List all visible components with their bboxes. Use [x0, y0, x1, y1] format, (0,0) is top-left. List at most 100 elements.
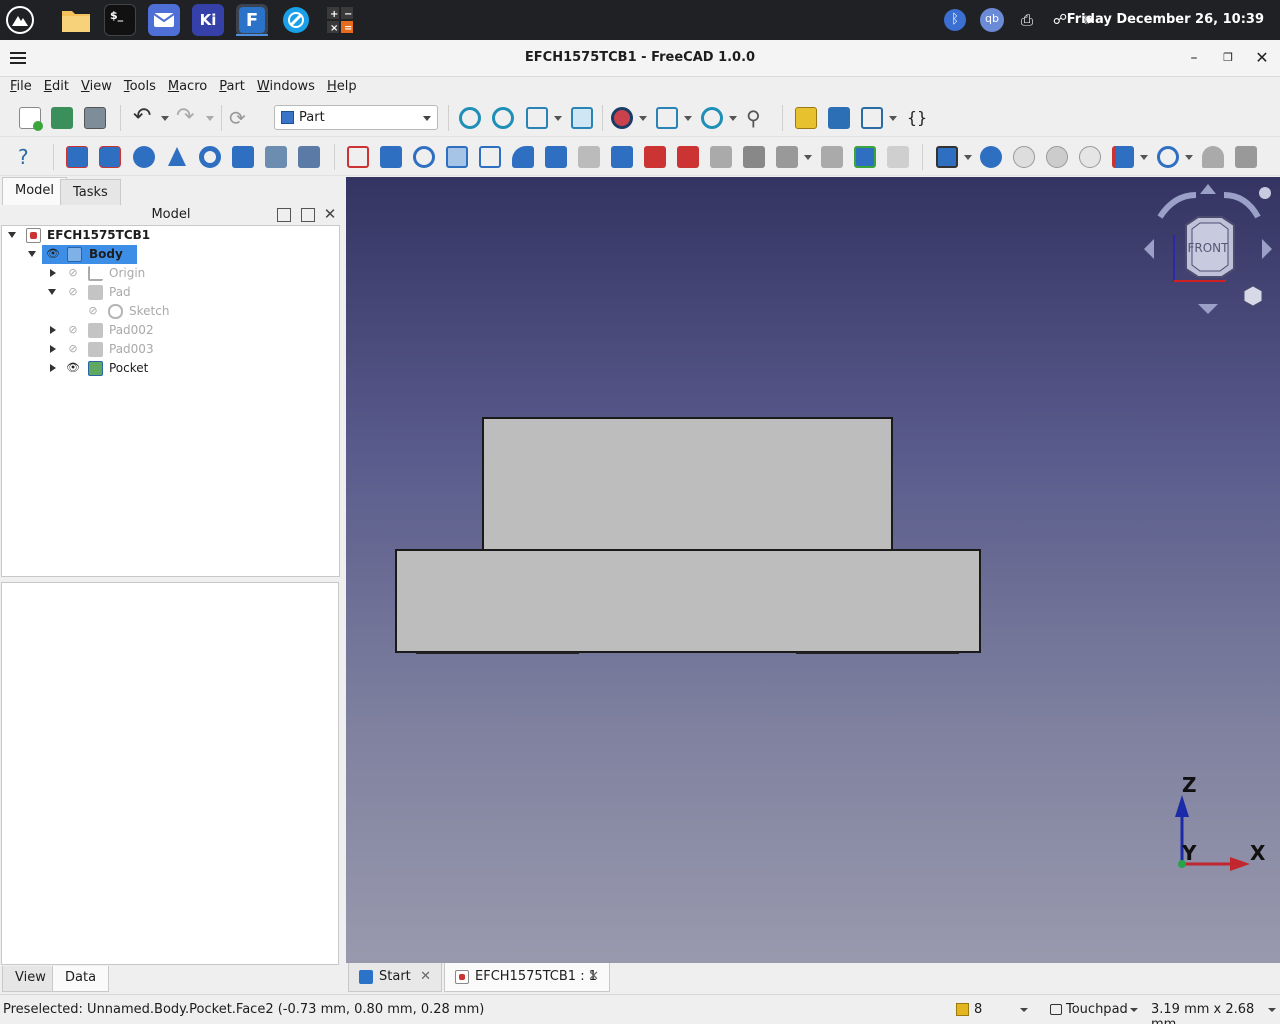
close-button[interactable]: ✕ [1252, 48, 1272, 68]
new-document-icon[interactable] [19, 107, 43, 131]
menu-tools[interactable]: Tools [118, 77, 162, 99]
menu-windows[interactable]: Windows [251, 77, 321, 99]
redo-dropdown-icon[interactable] [206, 116, 214, 121]
boolean-icon[interactable] [980, 146, 1002, 168]
launcher-icon[interactable] [4, 4, 36, 36]
draw-style-icon[interactable] [611, 107, 633, 129]
tab-document[interactable]: EFCH1575TCB1 : 1 ✕ [444, 963, 610, 992]
split-dropdown-icon[interactable] [1185, 155, 1193, 160]
tab-start[interactable]: Start ✕ [348, 963, 442, 992]
expand-icon[interactable] [50, 269, 56, 277]
bounding-box-icon[interactable] [656, 107, 678, 129]
undo-icon[interactable]: ↶ [133, 106, 155, 129]
scale-icon[interactable] [479, 146, 501, 168]
collapse-icon[interactable] [28, 251, 36, 257]
navigation-style-selector[interactable]: Touchpad [1048, 1002, 1138, 1018]
freecad-icon[interactable]: F [236, 4, 268, 36]
visibility-hidden-icon[interactable]: ⊘ [66, 267, 80, 279]
join-dropdown-icon[interactable] [1140, 155, 1148, 160]
close-tab-icon[interactable]: ✕ [420, 963, 431, 991]
collapse-panel-icon[interactable] [277, 208, 291, 222]
link-dropdown-icon[interactable] [889, 116, 897, 121]
measure-icon[interactable]: ⚲ [746, 107, 768, 129]
revolve-icon[interactable] [413, 146, 435, 168]
visibility-hidden-icon[interactable]: ⊘ [66, 343, 80, 355]
notifications-indicator[interactable]: 8 [954, 1002, 1034, 1018]
link-icon[interactable] [861, 107, 883, 129]
tab-view[interactable]: View [2, 966, 59, 992]
extrude-icon[interactable] [380, 146, 402, 168]
menu-help[interactable]: Help [321, 77, 363, 99]
float-panel-icon[interactable] [301, 208, 315, 222]
create-group-icon[interactable] [828, 107, 850, 129]
browser-icon[interactable] [280, 4, 312, 36]
calculator-icon[interactable]: + − × = [324, 4, 356, 36]
undo-dropdown-icon[interactable] [161, 116, 169, 121]
redo-icon[interactable]: ↷ [176, 106, 198, 129]
close-panel-icon[interactable]: ✕ [323, 207, 337, 222]
model-upper-block[interactable] [482, 417, 893, 551]
shape-builder-icon[interactable] [298, 146, 320, 168]
defeaturing-icon[interactable] [1235, 146, 1257, 168]
tab-data[interactable]: Data [52, 966, 110, 992]
visibility-hidden-icon[interactable]: ⊘ [66, 324, 80, 336]
measure-view-icon[interactable] [571, 107, 593, 129]
isometric-view-icon[interactable] [526, 107, 548, 129]
section-icon[interactable] [710, 146, 732, 168]
maximize-button[interactable]: ❐ [1218, 48, 1238, 68]
fit-all-icon[interactable] [459, 107, 481, 129]
cylinder-icon[interactable] [99, 146, 121, 168]
qbittorrent-icon[interactable]: qb [980, 8, 1004, 32]
save-document-icon[interactable] [84, 107, 106, 129]
clock[interactable]: Friday December 26, 10:39 [1067, 0, 1264, 40]
sweep-icon[interactable] [677, 146, 699, 168]
visibility-eye-icon[interactable]: 👁 [66, 362, 80, 374]
menu-edit[interactable]: Edit [38, 77, 75, 99]
common-icon[interactable] [1079, 146, 1101, 168]
model-lower-block[interactable] [395, 549, 981, 653]
sphere-icon[interactable] [133, 146, 155, 168]
visibility-hidden-icon[interactable]: ⊘ [66, 286, 80, 298]
folder-icon[interactable] [60, 4, 92, 36]
menu-file[interactable]: File [4, 77, 38, 99]
visibility-eye-icon[interactable]: 👁 [46, 248, 60, 260]
join-features-icon[interactable] [1112, 146, 1134, 168]
collapse-icon[interactable] [48, 289, 56, 295]
check-geometry-icon[interactable] [1202, 146, 1224, 168]
expand-icon[interactable] [50, 345, 56, 353]
mirror-icon[interactable] [446, 146, 468, 168]
refresh-icon[interactable]: ⟳ [229, 107, 251, 129]
tree-item-sketch[interactable]: ⊘ Sketch [2, 302, 339, 321]
thickness-icon[interactable] [821, 146, 843, 168]
compound-tools-icon[interactable] [936, 146, 958, 168]
zoom-dropdown-icon[interactable] [729, 116, 737, 121]
whats-this-icon[interactable]: ? [18, 146, 40, 168]
create-part-icon[interactable] [795, 107, 817, 129]
tree-item-body[interactable]: 👁 Body [2, 245, 339, 264]
fuse-icon[interactable] [1046, 146, 1068, 168]
property-editor[interactable] [1, 582, 339, 965]
navigation-cube[interactable]: FRONT [1140, 181, 1280, 321]
menu-view[interactable]: View [75, 77, 118, 99]
fit-selection-icon[interactable] [492, 107, 514, 129]
box-icon[interactable] [66, 146, 88, 168]
shape-from-mesh-icon[interactable] [347, 146, 369, 168]
split-tools-icon[interactable] [1157, 146, 1179, 168]
tree-item-origin[interactable]: ⊘ Origin [2, 264, 339, 283]
chamfer-icon[interactable] [545, 146, 567, 168]
menu-part[interactable]: Part [213, 77, 251, 99]
expand-icon[interactable] [50, 326, 56, 334]
tree-item-pocket[interactable]: 👁 Pocket [2, 359, 339, 378]
macro-icon[interactable]: {} [906, 107, 928, 129]
ruled-surface-icon[interactable] [611, 146, 633, 168]
terminal-icon[interactable]: $_ [104, 4, 136, 36]
tube-icon[interactable] [232, 146, 254, 168]
color-per-face-icon[interactable] [887, 146, 909, 168]
visibility-hidden-icon[interactable]: ⊘ [86, 305, 100, 317]
tab-tasks[interactable]: Tasks [60, 179, 121, 206]
tree-item-pad[interactable]: ⊘ Pad [2, 283, 339, 302]
close-tab-icon[interactable]: ✕ [588, 963, 599, 991]
minimize-button[interactable]: – [1184, 48, 1204, 68]
view-dropdown-icon[interactable] [554, 116, 562, 121]
menu-macro[interactable]: Macro [162, 77, 213, 99]
